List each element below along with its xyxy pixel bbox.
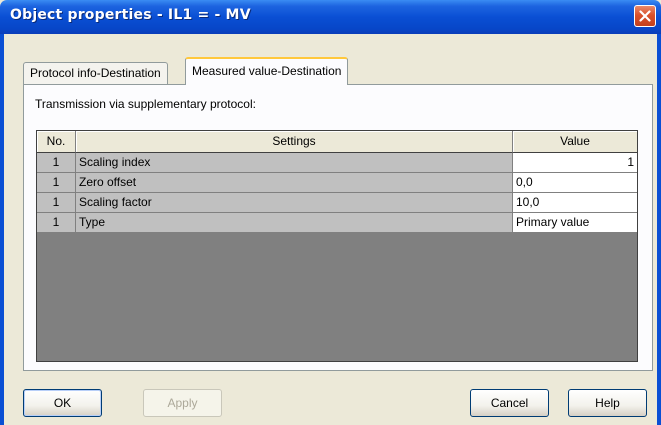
cell-no: 1 xyxy=(37,193,76,213)
value-field-scaling-factor[interactable]: 10,0 xyxy=(513,193,637,213)
settings-grid: No. Settings Value 1 Scaling index 1 1 Z… xyxy=(36,130,638,362)
table-row: 1 Zero offset 0,0 xyxy=(37,173,637,193)
tab-panel: Transmission via supplementary protocol:… xyxy=(23,84,653,371)
close-icon xyxy=(639,10,651,22)
close-button[interactable] xyxy=(634,5,656,27)
title-bar[interactable]: Object properties - IL1 = - MV xyxy=(0,0,661,34)
cell-setting: Type xyxy=(76,213,513,233)
table-row: 1 Type Primary value xyxy=(37,213,637,233)
window-frame-right xyxy=(657,34,661,425)
help-button[interactable]: Help xyxy=(568,389,647,417)
value-field-zero-offset[interactable]: 0,0 xyxy=(513,173,637,193)
cell-setting: Scaling index xyxy=(76,153,513,173)
value-field-scaling-index[interactable]: 1 xyxy=(513,153,637,173)
table-row: 1 Scaling factor 10,0 xyxy=(37,193,637,213)
column-header-no[interactable]: No. xyxy=(37,131,76,153)
ok-button[interactable]: OK xyxy=(23,389,102,417)
apply-button: Apply xyxy=(143,389,222,417)
cell-setting: Scaling factor xyxy=(76,193,513,213)
value-field-type[interactable]: Primary value xyxy=(513,213,637,233)
cell-setting: Zero offset xyxy=(76,173,513,193)
tab-protocol-info-destination[interactable]: Protocol info-Destination xyxy=(23,62,168,84)
cancel-button[interactable]: Cancel xyxy=(470,389,549,417)
column-header-value[interactable]: Value xyxy=(513,131,637,153)
cell-no: 1 xyxy=(37,153,76,173)
column-header-settings[interactable]: Settings xyxy=(76,131,513,153)
tab-measured-value-destination[interactable]: Measured value-Destination xyxy=(185,57,349,85)
cell-no: 1 xyxy=(37,173,76,193)
window-title: Object properties - IL1 = - MV xyxy=(10,7,251,23)
window-frame-left xyxy=(0,34,4,425)
section-label: Transmission via supplementary protocol: xyxy=(35,97,256,111)
cell-no: 1 xyxy=(37,213,76,233)
table-row: 1 Scaling index 1 xyxy=(37,153,637,173)
